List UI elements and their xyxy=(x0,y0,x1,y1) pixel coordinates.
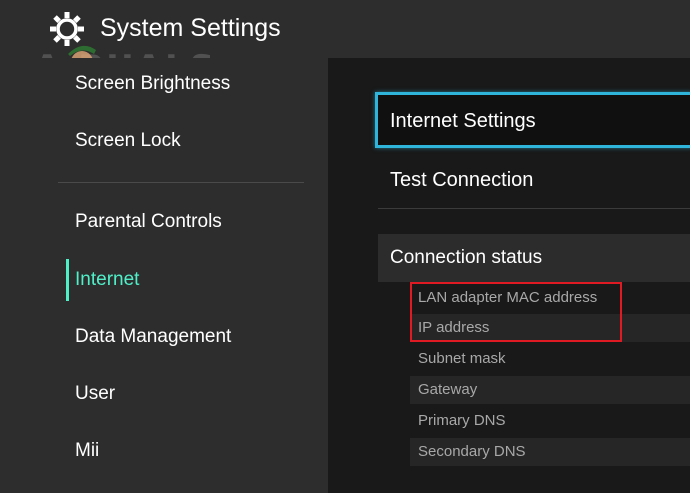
sidebar-item-mii[interactable]: Mii xyxy=(75,439,99,463)
status-row-label: Primary DNS xyxy=(418,412,506,429)
connection-status-header: Connection status xyxy=(378,234,690,282)
sidebar-item-user[interactable]: User xyxy=(75,382,115,406)
page-title: System Settings xyxy=(100,14,281,42)
gear-icon xyxy=(50,12,84,46)
internet-settings-label: Internet Settings xyxy=(390,110,536,132)
system-settings-screen: System Settings A PUALS Screen Brightnes… xyxy=(0,0,690,493)
active-indicator xyxy=(66,259,69,301)
sidebar-item-screen-lock[interactable]: Screen Lock xyxy=(75,129,181,153)
status-row-label: Subnet mask xyxy=(418,350,506,367)
status-row-label: IP address xyxy=(418,319,490,336)
status-row-ip-address: IP address xyxy=(410,314,690,342)
sidebar-item-internet[interactable]: Internet xyxy=(75,268,139,292)
sidebar-divider xyxy=(58,182,304,183)
main-divider xyxy=(378,208,690,209)
status-row-mac-address: LAN adapter MAC address xyxy=(410,284,690,312)
status-row-label: Secondary DNS xyxy=(418,443,526,460)
status-row-primary-dns: Primary DNS xyxy=(410,407,690,435)
main-panel: Internet Settings Test Connection Connec… xyxy=(328,58,690,493)
status-row-label: LAN adapter MAC address xyxy=(418,289,598,306)
header: System Settings xyxy=(0,0,690,58)
status-row-subnet-mask: Subnet mask xyxy=(410,345,690,373)
status-row-secondary-dns: Secondary DNS xyxy=(410,438,690,466)
status-row-gateway: Gateway xyxy=(410,376,690,404)
status-row-label: Gateway xyxy=(418,381,478,398)
test-connection-button[interactable]: Test Connection xyxy=(378,150,690,208)
connection-status-title: Connection status xyxy=(390,247,543,268)
sidebar-item-screen-brightness[interactable]: Screen Brightness xyxy=(75,72,230,96)
internet-settings-button[interactable]: Internet Settings xyxy=(375,92,690,148)
test-connection-label: Test Connection xyxy=(390,169,534,191)
sidebar: Screen Brightness Screen Lock Parental C… xyxy=(0,58,328,493)
sidebar-item-parental-controls[interactable]: Parental Controls xyxy=(75,210,222,234)
sidebar-item-data-management[interactable]: Data Management xyxy=(75,325,231,349)
